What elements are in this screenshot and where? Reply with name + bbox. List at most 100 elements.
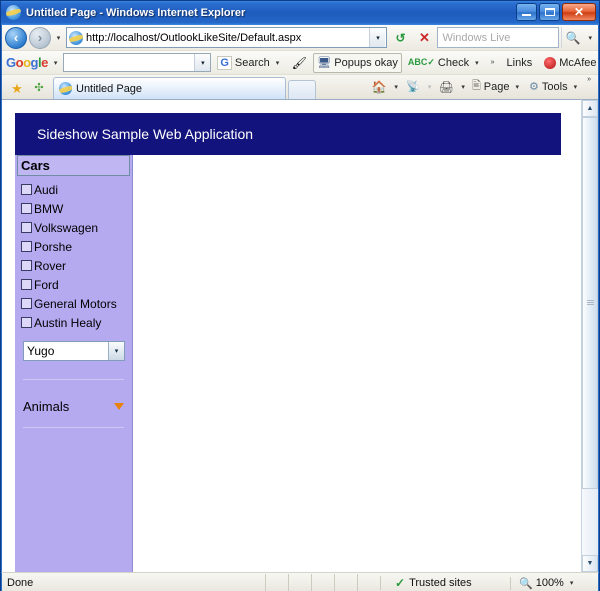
tab-toolbar: 🏠 ▾ 📡 ▾ 🖨 ▾ 🖹 Page ▾ ⚙ Tools ▾ »: [368, 76, 598, 99]
sidebar-header-label: Cars: [21, 158, 50, 173]
google-search-button[interactable]: G Search ▾: [214, 53, 285, 73]
google-logo-dropdown-icon[interactable]: ▾: [51, 59, 61, 67]
tab-untitled-page[interactable]: Untitled Page: [53, 77, 286, 99]
checkbox-row-bmw[interactable]: BMW: [21, 199, 132, 218]
status-cell-5: [357, 573, 380, 591]
sidebar-panel: Cars Audi BMW Volkswagen Porshe Rover Fo…: [15, 155, 133, 572]
new-tab-button[interactable]: [288, 80, 316, 99]
links-menu[interactable]: Links: [501, 57, 539, 69]
spellcheck-icon: ABC✓: [407, 57, 435, 67]
stop-button[interactable]: ✕: [413, 27, 435, 48]
spellcheck-caret-icon[interactable]: ▾: [472, 59, 482, 67]
address-url-text: http://localhost/OutlookLikeSite/Default…: [86, 31, 302, 44]
tools-caret-icon[interactable]: ▾: [571, 83, 581, 91]
address-input[interactable]: http://localhost/OutlookLikeSite/Default…: [66, 27, 388, 48]
google-g-icon: G: [217, 55, 232, 70]
checkbox-row-general-motors[interactable]: General Motors: [21, 294, 132, 313]
car-select-value: Yugo: [27, 344, 55, 358]
checkbox-row-ford[interactable]: Ford: [21, 275, 132, 294]
checkbox-general-motors[interactable]: [21, 298, 32, 309]
window-title: Untitled Page - Windows Internet Explore…: [26, 7, 246, 19]
chevron-down-icon[interactable]: ▾: [108, 342, 124, 360]
checkbox-audi[interactable]: [21, 184, 32, 195]
mcafee-shield-icon: [544, 56, 557, 69]
tab-toolbar-overflow-icon[interactable]: »: [584, 76, 594, 83]
scroll-up-button[interactable]: ▲: [582, 100, 598, 117]
checkbox-rover[interactable]: [21, 260, 32, 271]
google-search-input[interactable]: ▾: [63, 53, 212, 72]
close-button[interactable]: ✕: [562, 3, 596, 21]
home-button[interactable]: 🏠: [368, 76, 390, 97]
sidebar-divider: [23, 379, 124, 380]
checkbox-label-porshe: Porshe: [34, 239, 73, 254]
live-search-button[interactable]: 🔍: [561, 27, 583, 48]
spellcheck-button[interactable]: ABC✓ Check ▾: [405, 53, 485, 73]
popup-blocker-label: Popups okay: [334, 56, 398, 69]
feeds-button[interactable]: 📡: [402, 76, 424, 97]
zoom-caret-icon[interactable]: ▾: [567, 579, 577, 587]
google-search-caret-icon[interactable]: ▾: [273, 59, 283, 67]
tab-label: Untitled Page: [76, 82, 143, 95]
maximize-button[interactable]: [539, 3, 560, 21]
google-logo-g1: G: [6, 55, 16, 70]
checkbox-row-volkswagen[interactable]: Volkswagen: [21, 218, 132, 237]
page-caret-icon[interactable]: ▾: [513, 83, 523, 91]
popup-blocker-button[interactable]: 🖥 Popups okay: [313, 52, 402, 73]
checkbox-ford[interactable]: [21, 279, 32, 290]
add-to-favorites-button[interactable]: ✣: [28, 77, 50, 99]
google-toolbar-overflow-icon[interactable]: »: [488, 59, 498, 66]
checkbox-porshe[interactable]: [21, 241, 32, 252]
refresh-button[interactable]: ↺: [389, 27, 411, 48]
page-viewport: Sideshow Sample Web Application Cars Aud…: [1, 99, 599, 572]
sidebar-header-animals[interactable]: Animals: [15, 391, 132, 421]
live-search-placeholder: Windows Live: [442, 31, 511, 44]
print-button[interactable]: 🖨: [435, 76, 457, 97]
page-icon: 🖹: [471, 80, 481, 92]
star-plus-icon: ✣: [34, 81, 44, 94]
history-dropdown-icon[interactable]: ▾: [53, 28, 64, 48]
minimize-button[interactable]: [516, 3, 537, 21]
address-dropdown-icon[interactable]: ▾: [369, 28, 386, 47]
title-bar: Untitled Page - Windows Internet Explore…: [1, 1, 599, 25]
checkbox-label-ford: Ford: [34, 277, 59, 292]
checkbox-volkswagen[interactable]: [21, 222, 32, 233]
search-provider-dropdown-icon[interactable]: ▾: [585, 34, 595, 42]
tools-menu-label: Tools: [541, 80, 568, 93]
security-zone-indicator[interactable]: ✓ Trusted sites: [380, 576, 510, 590]
home-caret-icon[interactable]: ▾: [391, 83, 401, 91]
sidebar-header-cars[interactable]: Cars: [17, 155, 130, 176]
zoom-icon: 🔍: [519, 577, 533, 590]
triangle-down-icon[interactable]: [114, 402, 124, 410]
scroll-down-button[interactable]: ▼: [582, 555, 598, 572]
car-select-dropdown[interactable]: Yugo ▾: [23, 341, 125, 361]
checkbox-row-austin-healy[interactable]: Austin Healy: [21, 313, 132, 332]
checkbox-row-audi[interactable]: Audi: [21, 180, 132, 199]
checkbox-bmw[interactable]: [21, 203, 32, 214]
refresh-icon: ↺: [395, 30, 406, 45]
status-cell-1: [265, 573, 288, 591]
google-highlight-button[interactable]: 🖌: [288, 52, 310, 73]
page-menu-button[interactable]: 🖹 Page ▾: [469, 77, 525, 97]
ie-logo-icon: [6, 5, 22, 21]
google-logo-e: e: [41, 55, 48, 70]
zoom-control[interactable]: 🔍 100% ▾: [510, 576, 598, 590]
checkbox-row-porshe[interactable]: Porshe: [21, 237, 132, 256]
checkbox-austin-healy[interactable]: [21, 317, 32, 328]
google-search-dropdown-icon[interactable]: ▾: [194, 54, 211, 71]
vertical-scrollbar[interactable]: ▲ ▼: [581, 99, 598, 572]
live-search-input[interactable]: Windows Live: [437, 27, 560, 48]
search-icon: 🔍: [565, 30, 581, 45]
forward-button[interactable]: ›: [29, 26, 51, 49]
scrollbar-thumb[interactable]: [582, 117, 598, 489]
mcafee-virusscan-button[interactable]: McAfee VirusScan: [541, 53, 600, 73]
rss-icon: 📡: [406, 81, 420, 93]
tools-menu-button[interactable]: ⚙ Tools ▾: [526, 77, 583, 97]
favorites-center-button[interactable]: ★: [6, 77, 28, 99]
checkbox-row-rover[interactable]: Rover: [21, 256, 132, 275]
checkbox-label-bmw: BMW: [34, 201, 64, 216]
security-zone-label: Trusted sites: [409, 577, 472, 589]
print-caret-icon[interactable]: ▾: [458, 83, 468, 91]
feeds-caret-icon: ▾: [427, 83, 432, 91]
scrollbar-track[interactable]: [582, 117, 598, 555]
back-button[interactable]: ‹: [5, 26, 27, 49]
